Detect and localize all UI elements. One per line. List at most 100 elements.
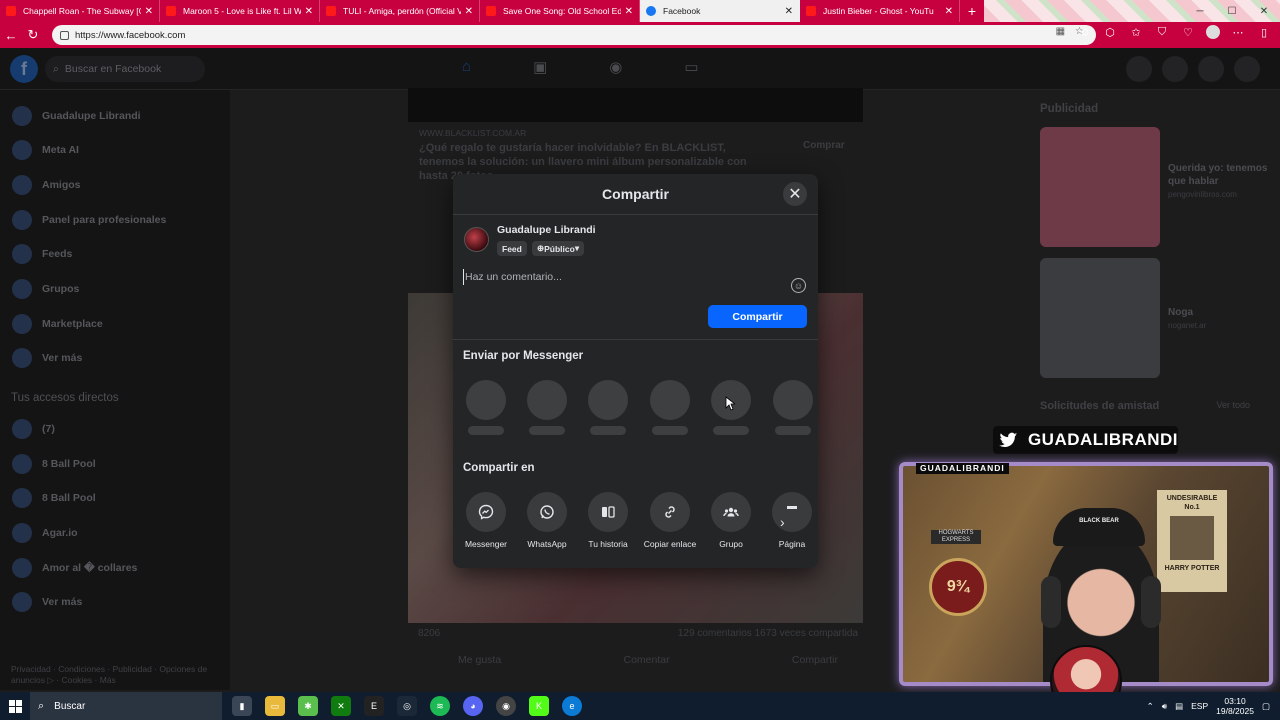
browser-tab[interactable]: Maroon 5 - Love is Like ft. Lil Wa ✕ <box>160 0 320 22</box>
epic-games-icon[interactable]: E <box>364 696 384 716</box>
reload-button[interactable]: ↻ <box>22 24 44 46</box>
messenger-icon[interactable] <box>1162 56 1188 82</box>
close-tab-icon[interactable]: ✕ <box>785 6 793 17</box>
favorites-icon[interactable]: ✩ <box>1128 26 1144 39</box>
notification-icon[interactable]: ▢ <box>1262 701 1270 712</box>
share-post-button[interactable]: Compartir <box>792 654 838 666</box>
ad-image[interactable] <box>1040 258 1160 378</box>
shortcut-item[interactable]: Agar.io <box>12 521 78 545</box>
sidebar-item-profile[interactable]: Guadalupe Librandi <box>12 104 141 128</box>
sidebar-item-meta-ai[interactable]: Meta AI <box>12 138 79 162</box>
sidebar-item-friends[interactable]: Amigos <box>12 173 81 197</box>
clock[interactable]: 03:10 19/8/2025 <box>1216 696 1254 716</box>
more-icon[interactable]: ⋯ <box>1230 26 1246 39</box>
sidebar-item-groups[interactable]: Grupos <box>12 277 79 301</box>
file-explorer-icon[interactable]: ▭ <box>265 696 285 716</box>
facebook-logo-icon[interactable]: f <box>10 55 38 83</box>
spotify-icon[interactable]: ≋ <box>430 696 450 716</box>
shortcut-item[interactable]: 8 Ball Pool <box>12 452 96 476</box>
edge-browser-icon[interactable]: e <box>562 696 582 716</box>
emoji-icon[interactable]: ☺ <box>791 278 806 293</box>
comment-button[interactable]: Comentar <box>624 654 670 666</box>
new-tab-button[interactable]: + <box>960 0 984 22</box>
ad-buy-button[interactable]: Comprar <box>803 140 845 151</box>
extension-icon[interactable]: ⬡ <box>1102 26 1118 39</box>
chevron-right-icon[interactable]: › <box>780 514 785 530</box>
xbox-icon[interactable]: ✕ <box>331 696 351 716</box>
language-indicator[interactable]: ESP <box>1191 701 1208 711</box>
close-tab-icon[interactable]: ✕ <box>625 6 633 17</box>
reaction-count[interactable]: 8206 <box>418 628 440 639</box>
sidebar-item-see-more[interactable]: Ver más <box>12 346 82 370</box>
profile-avatar[interactable] <box>1206 25 1220 39</box>
ad-title[interactable]: Noga noganet.ar <box>1168 306 1206 332</box>
heart-icon[interactable]: ♡ <box>1180 26 1196 39</box>
marketplace-icon[interactable]: ▣ <box>533 58 547 76</box>
feed-selector[interactable]: Feed <box>497 241 527 256</box>
like-button[interactable]: Me gusta <box>458 654 501 666</box>
shortcut-see-more[interactable]: Ver más <box>12 590 82 614</box>
close-window-button[interactable]: ✕ <box>1248 0 1280 22</box>
refresh-extension-icon[interactable]: ⟲ <box>1076 26 1092 39</box>
sidebar-toggle-icon[interactable]: ▯ <box>1256 26 1272 39</box>
facebook-search[interactable]: ⌕ Buscar en Facebook <box>45 56 205 82</box>
groups-icon[interactable]: ◉ <box>609 58 622 76</box>
maximize-button[interactable]: ☐ <box>1216 0 1248 22</box>
browser-tab[interactable]: Save One Song: Old School Editi ✕ <box>480 0 640 22</box>
taskbar-search[interactable]: ⌕ Buscar <box>30 692 222 720</box>
messenger-contact[interactable] <box>650 380 690 435</box>
sidebar-item-professional[interactable]: Panel para profesionales <box>12 208 166 232</box>
ad-title[interactable]: Querida yo: tenemos que hablar pengovinli… <box>1168 162 1280 201</box>
share-target-story[interactable]: Tu historia <box>577 492 639 549</box>
browser-tab-active[interactable]: Facebook ✕ <box>640 0 800 22</box>
messenger-contact[interactable] <box>466 380 506 435</box>
kick-icon[interactable]: K <box>529 696 549 716</box>
gaming-icon[interactable]: ▭ <box>684 58 698 76</box>
close-tab-icon[interactable]: ✕ <box>305 6 313 17</box>
obs-icon[interactable]: ◉ <box>496 696 516 716</box>
close-tab-icon[interactable]: ✕ <box>465 6 473 17</box>
back-button[interactable]: ← <box>0 24 22 46</box>
steam-icon[interactable]: ◎ <box>397 696 417 716</box>
discord-icon[interactable]: ◕ <box>463 696 483 716</box>
shield-icon[interactable]: ⛉ <box>1154 26 1170 39</box>
minimize-button[interactable]: ─ <box>1184 0 1216 22</box>
share-target-whatsapp[interactable]: WhatsApp <box>516 492 578 549</box>
address-bar[interactable]: https://www.facebook.com <box>52 25 1096 45</box>
menu-icon[interactable] <box>1126 56 1152 82</box>
account-avatar[interactable] <box>1234 56 1260 82</box>
shortcut-item[interactable]: 8 Ball Pool <box>12 486 96 510</box>
shortcut-item[interactable]: (7) <box>12 417 55 441</box>
messenger-contact[interactable] <box>588 380 628 435</box>
messenger-contact[interactable] <box>773 380 813 435</box>
browser-tab[interactable]: TULI - Amiga, perdón (Official Vi ✕ <box>320 0 480 22</box>
close-dialog-button[interactable]: ✕ <box>783 182 807 206</box>
messenger-contact[interactable] <box>527 380 567 435</box>
windows-start-icon[interactable] <box>0 692 30 720</box>
see-all-link[interactable]: Ver todo <box>1216 400 1250 412</box>
share-target-page[interactable]: Página <box>761 492 818 549</box>
ad-image[interactable] <box>1040 127 1160 247</box>
comment-count[interactable]: 129 comentarios <box>678 628 752 639</box>
shortcut-item[interactable]: Amor al � collares <box>12 556 137 580</box>
notifications-icon[interactable] <box>1198 56 1224 82</box>
home-icon[interactable]: ⌂ <box>462 58 471 76</box>
task-view-icon[interactable]: ▮ <box>232 696 252 716</box>
share-target-messenger[interactable]: Messenger <box>455 492 517 549</box>
app-icon[interactable]: ✱ <box>298 696 318 716</box>
browser-tab[interactable]: Justin Bieber - Ghost - YouTu ✕ <box>800 0 960 22</box>
sidebar-item-feeds[interactable]: Feeds <box>12 242 72 266</box>
share-target-copy-link[interactable]: Copiar enlace <box>639 492 701 549</box>
apps-icon[interactable]: ▦ <box>1056 26 1065 37</box>
close-tab-icon[interactable]: ✕ <box>945 6 953 17</box>
share-count[interactable]: 1673 veces compartida <box>755 628 858 639</box>
volume-icon[interactable]: 🔊︎ <box>1162 701 1167 712</box>
share-now-button[interactable]: Compartir <box>708 305 807 328</box>
browser-tab[interactable]: Chappell Roan - The Subway [Offi ✕ <box>0 0 160 22</box>
chevron-up-icon[interactable]: ⌃ <box>1147 701 1154 712</box>
close-tab-icon[interactable]: ✕ <box>145 6 153 17</box>
share-target-group[interactable]: Grupo <box>700 492 762 549</box>
sidebar-item-marketplace[interactable]: Marketplace <box>12 312 103 336</box>
network-icon[interactable]: ▤ <box>1175 701 1183 712</box>
comment-input[interactable] <box>463 269 793 285</box>
